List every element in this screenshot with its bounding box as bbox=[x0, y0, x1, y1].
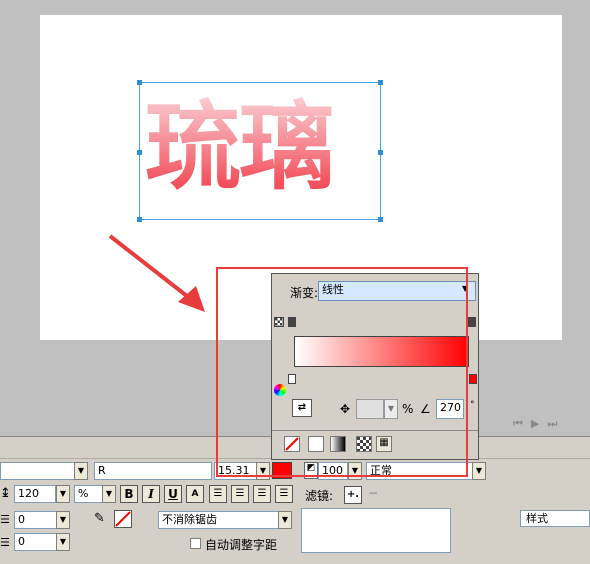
offset-field[interactable] bbox=[356, 399, 384, 419]
opacity-stop-left[interactable] bbox=[288, 317, 296, 327]
gradient-panel: 渐变: 线性 ▼ ✥ ▼ % ∠ 270 ° ⇄ ▦ bbox=[271, 273, 479, 460]
color-wheel-icon[interactable] bbox=[274, 384, 286, 396]
gradient-type-label: 渐变: bbox=[290, 286, 319, 300]
percent-label: % bbox=[402, 402, 414, 416]
line-height-field[interactable]: 120 bbox=[14, 485, 56, 503]
gradient-preview-bar[interactable] bbox=[294, 336, 469, 367]
indent-field[interactable]: 0 bbox=[14, 511, 58, 529]
angle-icon: ∠ bbox=[420, 402, 431, 416]
gradient-type-chevron-icon[interactable]: ▼ bbox=[462, 284, 468, 293]
styles-tab[interactable]: 样式 bbox=[520, 510, 590, 527]
spacing-dropdown[interactable]: ▼ bbox=[56, 533, 70, 551]
timeline-nav-buttons[interactable]: ⏮▶⏭ bbox=[513, 417, 565, 431]
color-stop-right[interactable] bbox=[469, 374, 477, 384]
transparency-icon bbox=[274, 317, 284, 327]
auto-kern-checkbox[interactable] bbox=[190, 538, 201, 549]
align-left-button[interactable]: ☰ bbox=[209, 485, 227, 503]
spacing-icon: ☰ bbox=[0, 536, 10, 549]
spacing-field[interactable]: 0 bbox=[14, 533, 58, 551]
fill-none-button[interactable] bbox=[284, 436, 300, 452]
remove-filter-button[interactable]: − bbox=[368, 486, 378, 500]
fill-gradient-button[interactable] bbox=[330, 436, 346, 452]
pencil-icon[interactable]: ✎ bbox=[94, 511, 105, 526]
filters-list[interactable] bbox=[301, 508, 451, 553]
reverse-gradient-button[interactable]: ⇄ bbox=[292, 399, 312, 417]
blend-mode-select[interactable]: 正常 bbox=[366, 462, 476, 480]
indent-dropdown[interactable]: ▼ bbox=[56, 511, 70, 529]
font-style-field[interactable]: R bbox=[94, 462, 212, 480]
align-justify-button[interactable]: ☰ bbox=[275, 485, 293, 503]
gradient-type-select[interactable]: 线性 bbox=[318, 281, 476, 301]
filters-label: 滤镜: bbox=[305, 489, 334, 503]
antialias-select[interactable]: 不消除锯齿 bbox=[158, 511, 292, 529]
indent-icon: ☰ bbox=[0, 513, 10, 526]
move-crosshair-icon: ✥ bbox=[340, 402, 351, 416]
auto-kern-label: 自动调整字距 bbox=[205, 538, 278, 552]
align-center-button[interactable]: ☰ bbox=[231, 485, 249, 503]
panel-separator bbox=[272, 430, 478, 431]
font-size-dropdown[interactable]: ▼ bbox=[256, 462, 270, 480]
blend-mode-dropdown[interactable]: ▼ bbox=[472, 462, 486, 480]
color-stop-left[interactable] bbox=[288, 374, 296, 384]
line-height-icon: ↨ bbox=[0, 486, 11, 501]
fill-pattern-button[interactable] bbox=[356, 436, 372, 452]
opacity-icon: ◩ bbox=[304, 462, 318, 479]
antialias-dropdown[interactable]: ▼ bbox=[278, 511, 292, 529]
italic-button[interactable]: I bbox=[142, 485, 160, 503]
opacity-stop-right[interactable] bbox=[468, 317, 476, 327]
font-family-dropdown[interactable]: ▼ bbox=[74, 462, 88, 480]
degree-label: ° bbox=[470, 400, 475, 410]
opacity-field[interactable]: 100 bbox=[318, 462, 348, 480]
offset-dropdown[interactable]: ▼ bbox=[384, 399, 398, 419]
add-filter-button[interactable]: +. bbox=[344, 486, 362, 504]
align-right-button[interactable]: ☰ bbox=[253, 485, 271, 503]
fill-color-swatch[interactable] bbox=[272, 462, 292, 479]
stroke-color-swatch[interactable] bbox=[114, 510, 132, 528]
opacity-dropdown[interactable]: ▼ bbox=[348, 462, 362, 480]
bold-button[interactable]: B bbox=[120, 485, 138, 503]
font-size-field[interactable]: 15.31 bbox=[214, 462, 258, 480]
underline-button[interactable]: U bbox=[164, 485, 182, 503]
text-orientation-button[interactable]: A bbox=[186, 485, 204, 503]
line-height-unit-dropdown[interactable]: ▼ bbox=[102, 485, 116, 503]
fill-texture-button[interactable]: ▦ bbox=[376, 436, 392, 452]
fill-solid-button[interactable] bbox=[308, 436, 324, 452]
line-height-dropdown[interactable]: ▼ bbox=[56, 485, 70, 503]
angle-field[interactable]: 270 bbox=[436, 399, 464, 419]
